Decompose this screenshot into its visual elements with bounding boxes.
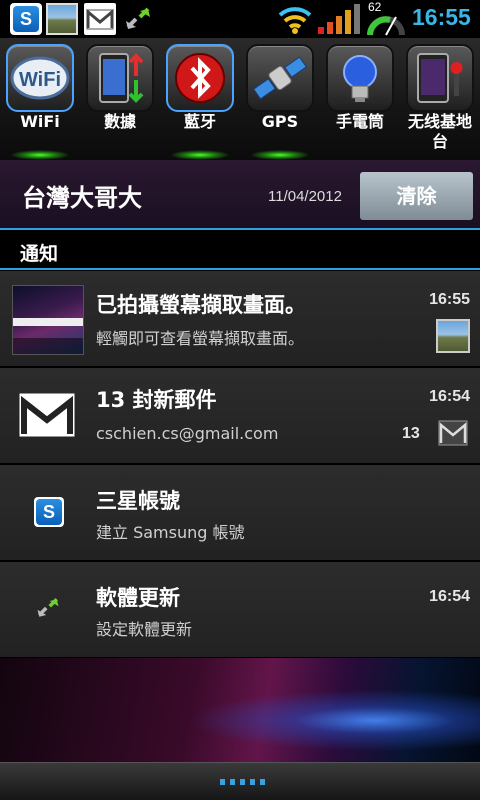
toggle-indicator-on (170, 150, 230, 160)
carrier-name: 台灣大哥大 (22, 184, 142, 212)
samsung-account-icon: S (34, 497, 64, 527)
bluetooth-icon (166, 44, 234, 112)
notification-time: 16:55 (429, 291, 470, 308)
notification-title: 13 封新郵件 (96, 388, 217, 412)
toggle-hotspot[interactable]: 无线基地台 (400, 42, 480, 160)
samsung-account-icon: S (10, 3, 42, 35)
toggle-bluetooth[interactable]: 藍牙 (160, 42, 240, 160)
clear-button[interactable]: 清除 (360, 172, 473, 220)
gmail-icon (84, 3, 116, 35)
notification-text: 設定軟體更新 (96, 620, 193, 639)
screenshot-thumbnail (12, 285, 84, 355)
mobile-data-icon (86, 44, 154, 112)
date: 11/04/2012 (268, 188, 342, 205)
notification-time: 16:54 (429, 388, 470, 405)
notification-software-update[interactable]: 軟體更新 設定軟體更新 16:54 (0, 562, 480, 658)
notification-text: cschien.cs@gmail.com (96, 424, 279, 443)
notification-time: 16:54 (429, 588, 470, 605)
notification-samsung-account[interactable]: S 三星帳號 建立 Samsung 帳號 (0, 465, 480, 561)
wifi-icon (278, 3, 312, 35)
notification-screenshot[interactable]: 已拍攝螢幕擷取畫面。 輕觸即可查看螢幕擷取畫面。 16:55 (0, 271, 480, 367)
gmail-icon (438, 420, 468, 446)
notification-title: 三星帳號 (96, 489, 180, 513)
clock: 16:55 (412, 4, 471, 30)
carrier-row: 台灣大哥大 11/04/2012 清除 (0, 160, 480, 230)
notification-text: 建立 Samsung 帳號 (96, 523, 245, 542)
drag-handle-dots-icon (218, 771, 266, 785)
toggle-label: 无线基地台 (407, 112, 472, 151)
gps-satellite-icon (246, 44, 314, 112)
quick-settings-panel: WiFi WiFi 數據 藍牙 GPS 手電筒 无线基地 台 (0, 38, 480, 160)
toggle-gps[interactable]: GPS (240, 42, 320, 160)
signal-icon (316, 3, 362, 35)
toggle-wifi[interactable]: WiFi WiFi (0, 42, 80, 160)
toggle-flashlight[interactable]: 手電筒 (320, 42, 400, 160)
hotspot-icon (406, 44, 474, 112)
software-update-icon (122, 3, 154, 35)
toggle-indicator-on (10, 150, 70, 160)
toggle-mobile-data[interactable]: 數據 (80, 42, 160, 160)
wifi-toggle-icon: WiFi (6, 44, 74, 112)
toggle-label: WiFi (20, 112, 60, 131)
notification-email[interactable]: 13 封新郵件 cschien.cs@gmail.com 16:54 13 (0, 368, 480, 464)
section-title: 通知 (20, 243, 59, 265)
gmail-icon (18, 392, 78, 440)
status-bar[interactable]: S 62 16:55 (0, 0, 480, 38)
flashlight-bulb-icon (326, 44, 394, 112)
notification-title: 軟體更新 (96, 586, 180, 610)
drag-handle[interactable] (0, 762, 480, 800)
notifications-header: 通知 (0, 232, 480, 270)
toggle-indicator-on (250, 150, 310, 160)
toggle-label: 數據 (103, 112, 136, 131)
photo-icon (436, 319, 470, 353)
notification-title: 已拍攝螢幕擷取畫面。 (96, 293, 306, 317)
notification-count: 13 (402, 425, 420, 442)
wallpaper-background (0, 658, 480, 762)
toggle-label: GPS (261, 112, 299, 131)
photo-icon (46, 3, 78, 35)
notification-text: 輕觸即可查看螢幕擷取畫面。 (96, 329, 305, 348)
toggle-label: 藍牙 (183, 112, 216, 131)
svg-text:WiFi: WiFi (19, 69, 61, 91)
software-update-icon (34, 594, 62, 622)
battery-percent: 62 (368, 0, 382, 14)
toggle-label: 手電筒 (335, 112, 384, 131)
